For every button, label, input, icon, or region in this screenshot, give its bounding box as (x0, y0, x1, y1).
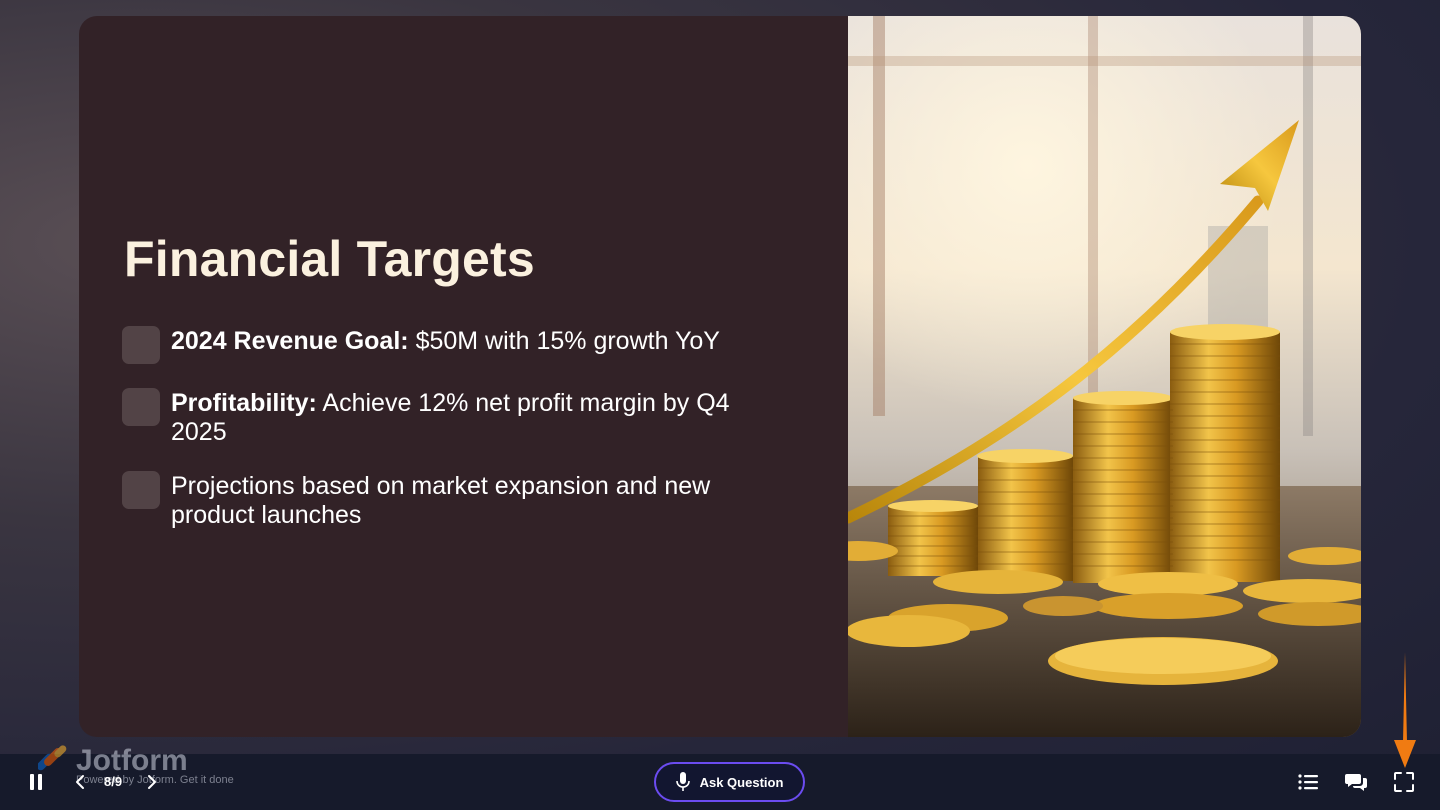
presentation-slide: Financial Targets 2024 Revenue Goal: $50… (79, 16, 1361, 737)
coins-growth-arrow-illustration (848, 16, 1361, 737)
bullet-body: $50M with 15% growth YoY (408, 327, 720, 355)
fullscreen-icon (1394, 772, 1414, 792)
previous-slide-button[interactable] (70, 770, 90, 794)
bullet-marker (122, 326, 160, 364)
bullet-bold-label: 2024 Revenue Goal: (171, 327, 409, 355)
page-counter: 8/9 (104, 774, 123, 789)
bullet-bold-label: Profitability: (171, 389, 317, 417)
pause-icon (30, 774, 42, 790)
chat-button[interactable] (1344, 770, 1368, 794)
next-slide-button[interactable] (142, 770, 162, 794)
chevron-right-icon (148, 775, 156, 789)
bullet-body: Projections based on market expansion an… (171, 472, 711, 529)
bullet-item: Projections based on market expansion an… (122, 469, 772, 530)
bullet-item: Profitability: Achieve 12% net profit ma… (122, 386, 772, 447)
ask-question-button[interactable]: Ask Question (654, 762, 805, 802)
down-arrow-icon (1394, 652, 1416, 768)
slide-image (848, 16, 1361, 737)
bullet-item: 2024 Revenue Goal: $50M with 15% growth … (122, 324, 772, 364)
bullet-marker (122, 388, 160, 426)
bullet-list: 2024 Revenue Goal: $50M with 15% growth … (122, 324, 772, 552)
bullet-text: Profitability: Achieve 12% net profit ma… (171, 386, 772, 447)
slide-list-button[interactable] (1296, 770, 1320, 794)
slide-text-panel: Financial Targets 2024 Revenue Goal: $50… (79, 16, 848, 737)
bullet-marker (122, 471, 160, 509)
list-icon (1298, 774, 1318, 790)
microphone-icon (675, 772, 690, 791)
bullet-text: 2024 Revenue Goal: $50M with 15% growth … (171, 324, 720, 356)
chat-icon (1345, 774, 1367, 791)
ask-question-label: Ask Question (699, 774, 784, 790)
annotation-arrow (1392, 652, 1418, 775)
chevron-left-icon (76, 775, 84, 789)
slide-title: Financial Targets (124, 231, 535, 287)
bullet-text: Projections based on market expansion an… (171, 469, 772, 530)
pause-button[interactable] (24, 770, 48, 794)
